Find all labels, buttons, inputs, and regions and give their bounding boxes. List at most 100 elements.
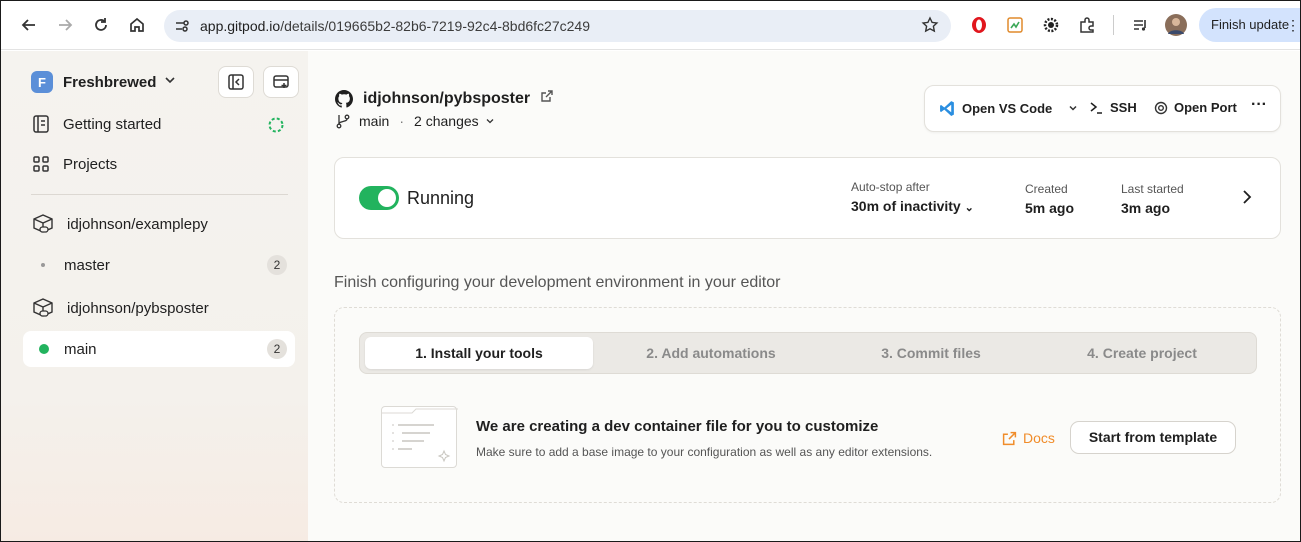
more-options-icon[interactable]: ··· bbox=[1251, 96, 1267, 114]
forward-icon[interactable] bbox=[53, 13, 77, 37]
branch-count-badge: 2 bbox=[267, 339, 287, 359]
environment-status-card: Running Auto-stop after 30m of inactivit… bbox=[334, 157, 1281, 239]
last-started-stat: Last started 3m ago bbox=[1121, 182, 1184, 216]
tab-add-automations[interactable]: 2. Add automations bbox=[597, 337, 825, 369]
branch-info: main · 2 changes bbox=[335, 113, 495, 129]
ssh-label: SSH bbox=[1110, 100, 1137, 115]
bookmark-star-icon[interactable] bbox=[921, 16, 939, 39]
tab-create-project[interactable]: 4. Create project bbox=[1028, 337, 1256, 369]
toggle-knob bbox=[378, 189, 396, 207]
media-control-icon[interactable] bbox=[1129, 14, 1151, 36]
puzzle-extensions-icon[interactable] bbox=[1076, 14, 1098, 36]
start-from-template-button[interactable]: Start from template bbox=[1070, 421, 1236, 454]
created-value: 5m ago bbox=[1025, 200, 1075, 216]
docs-link[interactable]: Docs bbox=[1002, 430, 1055, 446]
repo-header: idjohnson/pybsposter bbox=[335, 89, 554, 108]
browser-toolbar: app.gitpod.io/details/019665b2-82b6-7219… bbox=[1, 1, 1300, 50]
new-window-icon bbox=[273, 75, 289, 88]
chevron-down-icon[interactable] bbox=[1068, 101, 1078, 116]
gear-extension-icon[interactable] bbox=[1040, 14, 1062, 36]
open-vscode-button[interactable]: Open VS Code bbox=[939, 100, 1078, 117]
sidebar: F Freshbrewed Getting started Projects i… bbox=[1, 51, 308, 541]
setup-steps-tabs: 1. Install your tools 2. Add automations… bbox=[359, 332, 1257, 374]
vscode-icon bbox=[940, 101, 954, 116]
sidebar-item-label: Getting started bbox=[63, 115, 162, 133]
chevron-right-icon[interactable] bbox=[1240, 189, 1254, 210]
site-settings-icon[interactable] bbox=[172, 16, 192, 36]
autostop-value[interactable]: 30m of inactivity ⌄ bbox=[851, 198, 974, 214]
dev-container-file-icon bbox=[381, 406, 458, 468]
sidebar-item-getting-started[interactable]: Getting started bbox=[31, 114, 161, 134]
profile-avatar[interactable] bbox=[1165, 14, 1187, 36]
ssh-button[interactable]: SSH bbox=[1089, 100, 1137, 115]
open-vscode-label: Open VS Code bbox=[962, 101, 1053, 116]
autostop-stat[interactable]: Auto-stop after 30m of inactivity ⌄ bbox=[851, 180, 974, 214]
open-port-button[interactable]: Open Port bbox=[1154, 100, 1237, 115]
repo-name: idjohnson/examplepy bbox=[67, 215, 208, 233]
tip-title: We are creating a dev container file for… bbox=[476, 418, 879, 435]
created-label: Created bbox=[1025, 182, 1068, 196]
opera-extension-icon[interactable] bbox=[968, 14, 990, 36]
status-text: Running bbox=[407, 188, 475, 208]
org-badge: F bbox=[31, 71, 53, 93]
port-icon bbox=[1154, 101, 1168, 114]
progress-ring-icon bbox=[267, 116, 285, 139]
autostop-label: Auto-stop after bbox=[851, 180, 930, 194]
last-started-value: 3m ago bbox=[1121, 200, 1171, 216]
home-icon[interactable] bbox=[125, 13, 149, 37]
chevron-down-icon: ⌄ bbox=[964, 202, 974, 214]
last-started-label: Last started bbox=[1121, 182, 1184, 196]
external-link-icon bbox=[1002, 431, 1017, 445]
new-environment-button[interactable] bbox=[263, 66, 299, 98]
external-link-icon[interactable] bbox=[540, 89, 554, 108]
branch-name: main bbox=[64, 341, 97, 358]
separator-dot: · bbox=[399, 113, 405, 129]
editor-actions-bar: Open VS Code SSH Open Port ··· bbox=[924, 85, 1281, 132]
open-port-label: Open Port bbox=[1174, 100, 1237, 115]
chevron-down-icon bbox=[164, 73, 176, 91]
tab-commit-files[interactable]: 3. Commit files bbox=[817, 337, 1045, 369]
browser-menu-icon[interactable]: ⋮ bbox=[1286, 8, 1300, 42]
reload-icon[interactable] bbox=[89, 13, 113, 37]
sidebar-item-label: Projects bbox=[63, 155, 118, 173]
sidebar-item-projects[interactable]: Projects bbox=[31, 154, 117, 174]
github-icon bbox=[335, 89, 353, 108]
sidebar-branch-main[interactable]: main bbox=[64, 341, 97, 358]
setup-section-title: Finish configuring your development envi… bbox=[334, 274, 781, 291]
org-switcher[interactable]: F Freshbrewed bbox=[31, 71, 176, 93]
branch-name: main bbox=[359, 113, 390, 129]
sidebar-repo-examplepy[interactable]: idjohnson/examplepy bbox=[31, 212, 208, 236]
finish-update-label: Finish update bbox=[1211, 17, 1290, 32]
tip-subtitle: Make sure to add a base image to your co… bbox=[476, 445, 933, 459]
repo-name: idjohnson/pybsposter bbox=[67, 299, 209, 317]
grid-icon bbox=[33, 156, 49, 172]
sidebar-repo-pybsposter[interactable]: idjohnson/pybsposter bbox=[31, 296, 209, 320]
branch-name: master bbox=[64, 257, 110, 274]
browser-window: app.gitpod.io/details/019665b2-82b6-7219… bbox=[0, 0, 1301, 542]
address-bar[interactable]: app.gitpod.io/details/019665b2-82b6-7219… bbox=[164, 10, 951, 42]
sidebar-divider bbox=[31, 194, 288, 195]
tab-install-tools[interactable]: 1. Install your tools bbox=[365, 337, 593, 369]
color-extension-icon[interactable] bbox=[1004, 14, 1026, 36]
branch-count-badge: 2 bbox=[267, 255, 287, 275]
changes-dropdown[interactable]: 2 changes bbox=[414, 113, 479, 129]
org-name: Freshbrewed bbox=[63, 73, 157, 91]
terminal-icon bbox=[1090, 102, 1102, 114]
created-stat: Created 5m ago bbox=[1025, 182, 1074, 216]
running-toggle[interactable] bbox=[359, 186, 399, 210]
repo-box-icon bbox=[33, 214, 53, 233]
repo-name-title[interactable]: idjohnson/pybsposter bbox=[363, 90, 530, 108]
back-icon[interactable] bbox=[17, 13, 41, 37]
repo-box-icon bbox=[33, 298, 53, 317]
url-text: app.gitpod.io/details/019665b2-82b6-7219… bbox=[200, 18, 590, 34]
docs-label: Docs bbox=[1023, 430, 1055, 446]
finish-update-button[interactable]: Finish update ⋮ bbox=[1199, 8, 1300, 42]
running-status-dot bbox=[39, 344, 49, 354]
setup-panel: 1. Install your tools 2. Add automations… bbox=[334, 307, 1281, 503]
notebook-icon bbox=[33, 115, 49, 133]
branch-status-dot bbox=[41, 263, 45, 267]
main-content: idjohnson/pybsposter main · 2 changes Op… bbox=[308, 51, 1300, 541]
sidebar-branch-master[interactable]: master bbox=[64, 257, 110, 274]
collapse-sidebar-button[interactable] bbox=[218, 66, 254, 98]
chevron-down-icon[interactable] bbox=[485, 113, 495, 129]
